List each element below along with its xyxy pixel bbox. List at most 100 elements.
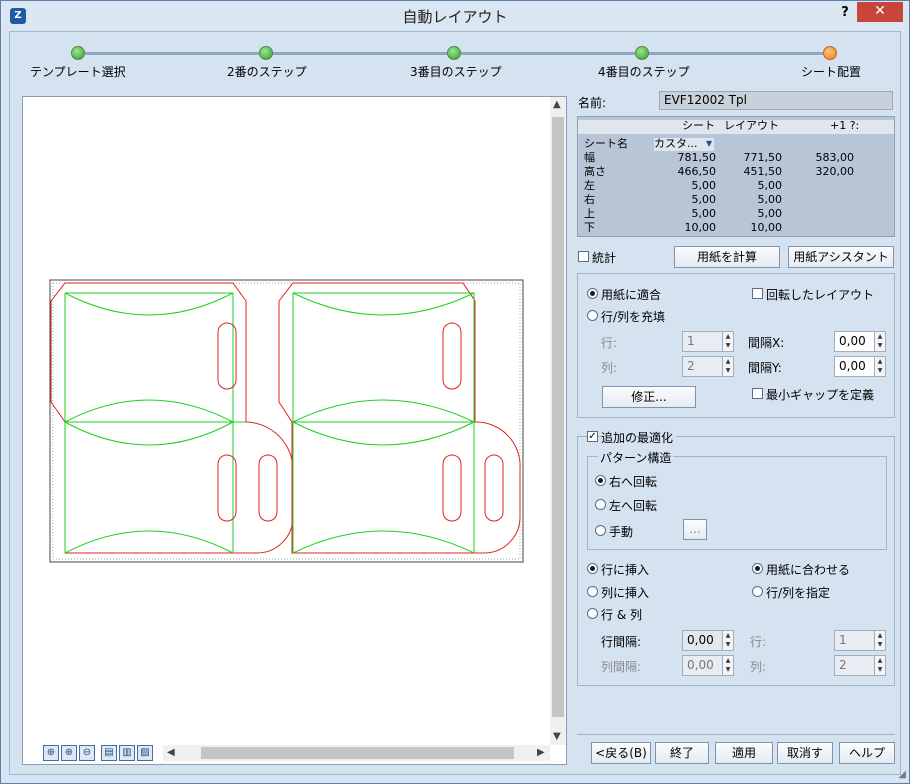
spin-arrows-icon[interactable]: ▲ ▼ bbox=[722, 656, 733, 675]
table-cell[interactable]: 5,00 bbox=[668, 208, 717, 221]
row-gap-stepper[interactable]: 0,00 ▲ ▼ bbox=[682, 630, 734, 651]
table-row[interactable]: シート名 カスタ... ▼ bbox=[578, 138, 894, 151]
table-cell[interactable]: 5,00 bbox=[728, 180, 783, 193]
spin-arrows-icon[interactable]: ▲ ▼ bbox=[722, 357, 733, 376]
table-row[interactable]: 高さ 466,50 451,50 320,00 bbox=[578, 166, 894, 179]
row-stepper[interactable]: 1 ▲ ▼ bbox=[682, 331, 734, 352]
rotate-right-radio[interactable] bbox=[595, 475, 606, 486]
table-row[interactable]: 上 5,00 5,00 bbox=[578, 208, 894, 221]
footer-separator bbox=[577, 734, 895, 735]
stats-checkbox[interactable] bbox=[578, 251, 589, 262]
finish-button[interactable]: 終了 bbox=[655, 742, 709, 764]
fit-width-icon[interactable]: ▤ bbox=[101, 745, 117, 761]
chevron-down-icon[interactable]: ▼ bbox=[706, 138, 716, 151]
zoom-out-icon[interactable]: ⊖ bbox=[79, 745, 95, 761]
table-header-row: シート レイアウト +1 ?: bbox=[578, 120, 894, 134]
table-cell[interactable]: 5,00 bbox=[728, 208, 783, 221]
specify-rows-cols-label: 行/列を指定 bbox=[766, 586, 831, 600]
gap-y-value: 0,00 bbox=[839, 359, 866, 373]
row-and-col-radio[interactable] bbox=[587, 608, 598, 619]
optimize-title: 追加の最適化 bbox=[601, 429, 677, 446]
fit-paper-radio[interactable] bbox=[587, 288, 598, 299]
preview-horizontal-scrollbar[interactable]: ◀ ▶ bbox=[163, 745, 550, 761]
close-button[interactable]: ✕ bbox=[857, 2, 903, 22]
row-label: 行: bbox=[601, 336, 618, 350]
step-5-label: シート配置 bbox=[801, 65, 862, 79]
rotated-layout-checkbox[interactable] bbox=[752, 288, 763, 299]
table-row[interactable]: 右 5,00 5,00 bbox=[578, 194, 894, 207]
paper-assistant-button[interactable]: 用紙アシスタント bbox=[788, 246, 894, 268]
sheet-type-dropdown[interactable]: カスタ... bbox=[654, 138, 714, 151]
spin-arrows-icon[interactable]: ▲ ▼ bbox=[722, 332, 733, 351]
table-cell[interactable]: 466,50 bbox=[668, 166, 717, 179]
gap-x-stepper[interactable]: 0,00 ▲ ▼ bbox=[834, 331, 886, 352]
manual-button[interactable]: ... bbox=[683, 519, 707, 540]
sheet-outline bbox=[49, 279, 524, 563]
table-row[interactable]: 左 5,00 5,00 bbox=[578, 180, 894, 193]
gap-y-stepper[interactable]: 0,00 ▲ ▼ bbox=[834, 356, 886, 377]
horizontal-scroll-thumb[interactable] bbox=[201, 747, 514, 759]
spin-arrows-icon[interactable]: ▲ ▼ bbox=[874, 357, 885, 376]
scroll-left-icon[interactable]: ◀ bbox=[167, 747, 175, 758]
row-label: 高さ bbox=[584, 166, 606, 178]
row-gap-value: 0,00 bbox=[687, 633, 714, 647]
table-cell[interactable]: 5,00 bbox=[728, 194, 783, 207]
fit-page-icon[interactable]: ▨ bbox=[137, 745, 153, 761]
back-button[interactable]: <戻る(B) bbox=[591, 742, 651, 764]
gap-y-label: 間隔Y: bbox=[748, 361, 782, 375]
table-cell[interactable]: 451,50 bbox=[728, 166, 783, 179]
spin-arrows-icon[interactable]: ▲ ▼ bbox=[722, 631, 733, 650]
zoom-fit-icon[interactable]: ⊕ bbox=[43, 745, 59, 761]
table-cell[interactable]: 771,50 bbox=[728, 152, 783, 165]
modify-button[interactable]: 修正... bbox=[602, 386, 696, 408]
table-cell[interactable]: 10,00 bbox=[728, 222, 783, 235]
specify-rows-cols-radio[interactable] bbox=[752, 586, 763, 597]
row-label: 下 bbox=[584, 222, 595, 234]
opt-col-stepper[interactable]: 2 ▲ ▼ bbox=[834, 655, 886, 676]
zoom-toolbar: ⊕ ⊕ ⊖ ▤ ▥ ▨ bbox=[43, 745, 153, 761]
vertical-scroll-thumb[interactable] bbox=[552, 117, 564, 717]
table-row[interactable]: 下 10,00 10,00 bbox=[578, 222, 894, 235]
fit-paper-opt-radio[interactable] bbox=[752, 563, 763, 574]
rotate-left-radio[interactable] bbox=[595, 499, 606, 510]
apply-button[interactable]: 適用 bbox=[715, 742, 773, 764]
scroll-down-icon[interactable]: ▼ bbox=[553, 731, 561, 742]
preview-vertical-scrollbar[interactable]: ▲ ▼ bbox=[550, 97, 566, 745]
spin-arrows-icon[interactable]: ▲ ▼ bbox=[874, 332, 885, 351]
opt-row-stepper[interactable]: 1 ▲ ▼ bbox=[834, 630, 886, 651]
help-button[interactable]: ヘルプ bbox=[839, 742, 895, 764]
die-left bbox=[50, 282, 294, 554]
table-cell[interactable]: 781,50 bbox=[668, 152, 717, 165]
rotate-right-label: 右へ回転 bbox=[609, 475, 658, 489]
fit-height-icon[interactable]: ▥ bbox=[119, 745, 135, 761]
opt-row-label: 行: bbox=[750, 635, 767, 649]
table-cell[interactable]: 320,00 bbox=[800, 166, 855, 179]
step-4-dot bbox=[635, 46, 649, 60]
insert-row-radio[interactable] bbox=[587, 563, 598, 574]
calc-paper-button[interactable]: 用紙を計算 bbox=[674, 246, 780, 268]
optimize-checkbox[interactable]: ✓ bbox=[587, 431, 598, 442]
zoom-in-icon[interactable]: ⊕ bbox=[61, 745, 77, 761]
col-stepper[interactable]: 2 ▲ ▼ bbox=[682, 356, 734, 377]
resize-grip-icon[interactable]: ◢ bbox=[898, 769, 906, 780]
scroll-up-icon[interactable]: ▲ bbox=[553, 99, 561, 110]
insert-col-radio[interactable] bbox=[587, 586, 598, 597]
col-gap-stepper[interactable]: 0,00 ▲ ▼ bbox=[682, 655, 734, 676]
cancel-button[interactable]: 取消す bbox=[777, 742, 833, 764]
fill-rows-cols-radio[interactable] bbox=[587, 310, 598, 321]
table-row[interactable]: 幅 781,50 771,50 583,00 bbox=[578, 152, 894, 165]
help-icon[interactable]: ? bbox=[837, 5, 853, 23]
layout-preview[interactable] bbox=[22, 96, 567, 765]
table-cell[interactable]: 5,00 bbox=[668, 180, 717, 193]
manual-radio[interactable] bbox=[595, 525, 606, 536]
min-gap-checkbox[interactable] bbox=[752, 388, 763, 399]
table-cell[interactable]: 5,00 bbox=[668, 194, 717, 207]
spin-arrows-icon[interactable]: ▲ ▼ bbox=[874, 656, 885, 675]
table-cell[interactable]: 583,00 bbox=[800, 152, 855, 165]
spin-arrows-icon[interactable]: ▲ ▼ bbox=[874, 631, 885, 650]
sheet-size-table[interactable]: シート レイアウト +1 ?: シート名 カスタ... ▼ 幅 781,50 7… bbox=[577, 116, 895, 237]
row-gap-label: 行間隔: bbox=[601, 635, 642, 649]
scroll-right-icon[interactable]: ▶ bbox=[537, 747, 545, 758]
rotate-left-label: 左へ回転 bbox=[609, 499, 658, 513]
table-cell[interactable]: 10,00 bbox=[668, 222, 717, 235]
